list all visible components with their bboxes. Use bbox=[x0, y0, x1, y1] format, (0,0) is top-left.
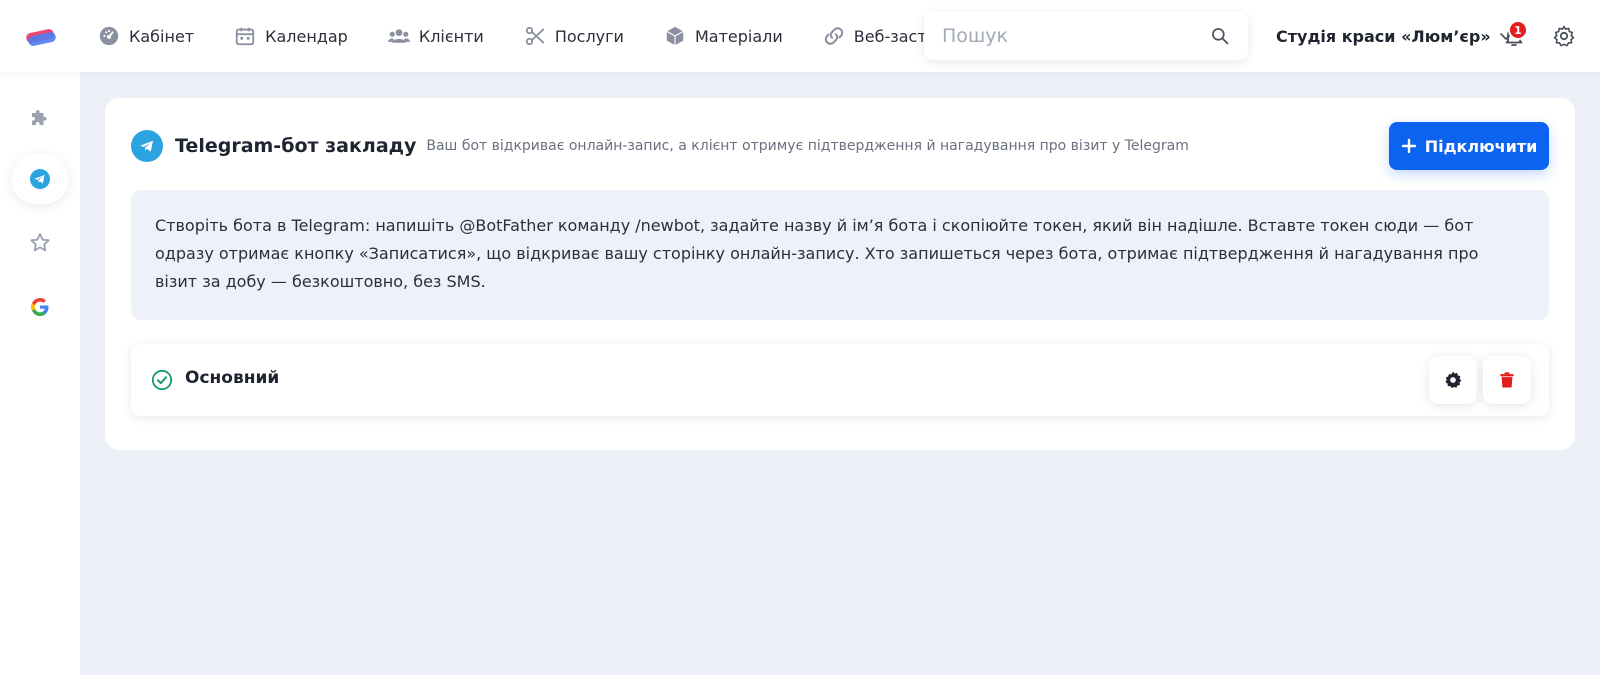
nav-label: Календар bbox=[265, 26, 348, 46]
calendar-icon bbox=[235, 27, 255, 46]
telegram-bot-card: Telegram-бот закладу Ваш бот відкриває о… bbox=[105, 98, 1575, 450]
instructions-box: Створіть бота в Telegram: напишіть @BotF… bbox=[131, 190, 1549, 320]
notification-badge: 1 bbox=[1508, 20, 1528, 40]
telegram-icon bbox=[131, 130, 163, 162]
scissors-icon bbox=[525, 26, 544, 46]
instructions-text: Створіть бота в Telegram: напишіть @BotF… bbox=[155, 216, 1479, 291]
check-circle-icon bbox=[151, 369, 173, 391]
nav-label: Послуги bbox=[554, 26, 624, 46]
nav-item-materials[interactable]: Матеріали bbox=[664, 0, 783, 72]
nav-label: Клієнти bbox=[418, 26, 484, 46]
nav-item-clients[interactable]: Клієнти bbox=[387, 0, 484, 72]
studio-selector[interactable]: Студія краси «Люм’єр» bbox=[1276, 22, 1513, 50]
bot-list-item: Основний bbox=[131, 344, 1549, 416]
app-logo-icon[interactable] bbox=[24, 22, 58, 50]
nav-item-calendar[interactable]: Календар bbox=[234, 0, 348, 72]
bot-delete-button[interactable] bbox=[1483, 356, 1531, 404]
gear-icon[interactable] bbox=[1552, 24, 1576, 48]
search-input[interactable] bbox=[942, 12, 1192, 60]
users-icon bbox=[387, 29, 410, 43]
studio-name: Студія краси «Люм’єр» bbox=[1276, 26, 1491, 46]
page-title: Telegram-бот закладу bbox=[175, 135, 417, 157]
gear-icon bbox=[1445, 371, 1462, 389]
nav-item-cabinet[interactable]: Кабінет bbox=[98, 0, 194, 72]
top-bar: Кабінет Календар Клієнти Послуги Матеріа… bbox=[0, 0, 1600, 72]
nav-label: Кабінет bbox=[129, 26, 195, 46]
nav-item-services[interactable]: Послуги bbox=[524, 0, 624, 72]
page-subtitle: Ваш бот відкриває онлайн-запис, а клієнт… bbox=[426, 138, 1189, 154]
sidebar bbox=[0, 72, 80, 675]
search-icon[interactable] bbox=[1210, 26, 1230, 46]
telegram-icon bbox=[30, 169, 50, 189]
main-nav: Кабінет Календар Клієнти Послуги Матеріа… bbox=[98, 0, 924, 72]
plus-icon bbox=[1401, 138, 1416, 154]
link-icon bbox=[824, 27, 844, 45]
card-header: Telegram-бот закладу Ваш бот відкриває о… bbox=[131, 128, 1331, 164]
star-icon bbox=[30, 233, 50, 252]
google-icon bbox=[31, 298, 49, 316]
search-box bbox=[924, 12, 1248, 60]
nav-item-webapp[interactable]: Веб-застосунок bbox=[823, 0, 924, 72]
sidebar-item-integrations[interactable] bbox=[11, 92, 69, 142]
trash-icon bbox=[1500, 372, 1514, 388]
sidebar-item-google[interactable] bbox=[11, 282, 69, 332]
connect-button-label: Підключити bbox=[1424, 136, 1538, 156]
bot-settings-button[interactable] bbox=[1429, 356, 1477, 404]
bot-name: Основний bbox=[185, 368, 280, 388]
sidebar-item-telegram[interactable] bbox=[11, 154, 69, 204]
box-icon bbox=[666, 26, 684, 46]
nav-label: Веб-застосунок bbox=[853, 26, 924, 46]
puzzle-icon bbox=[32, 110, 47, 125]
connect-button[interactable]: Підключити bbox=[1389, 122, 1549, 170]
nav-label: Матеріали bbox=[694, 26, 783, 46]
sidebar-item-reviews[interactable] bbox=[11, 218, 69, 268]
dashboard-icon bbox=[99, 26, 119, 46]
